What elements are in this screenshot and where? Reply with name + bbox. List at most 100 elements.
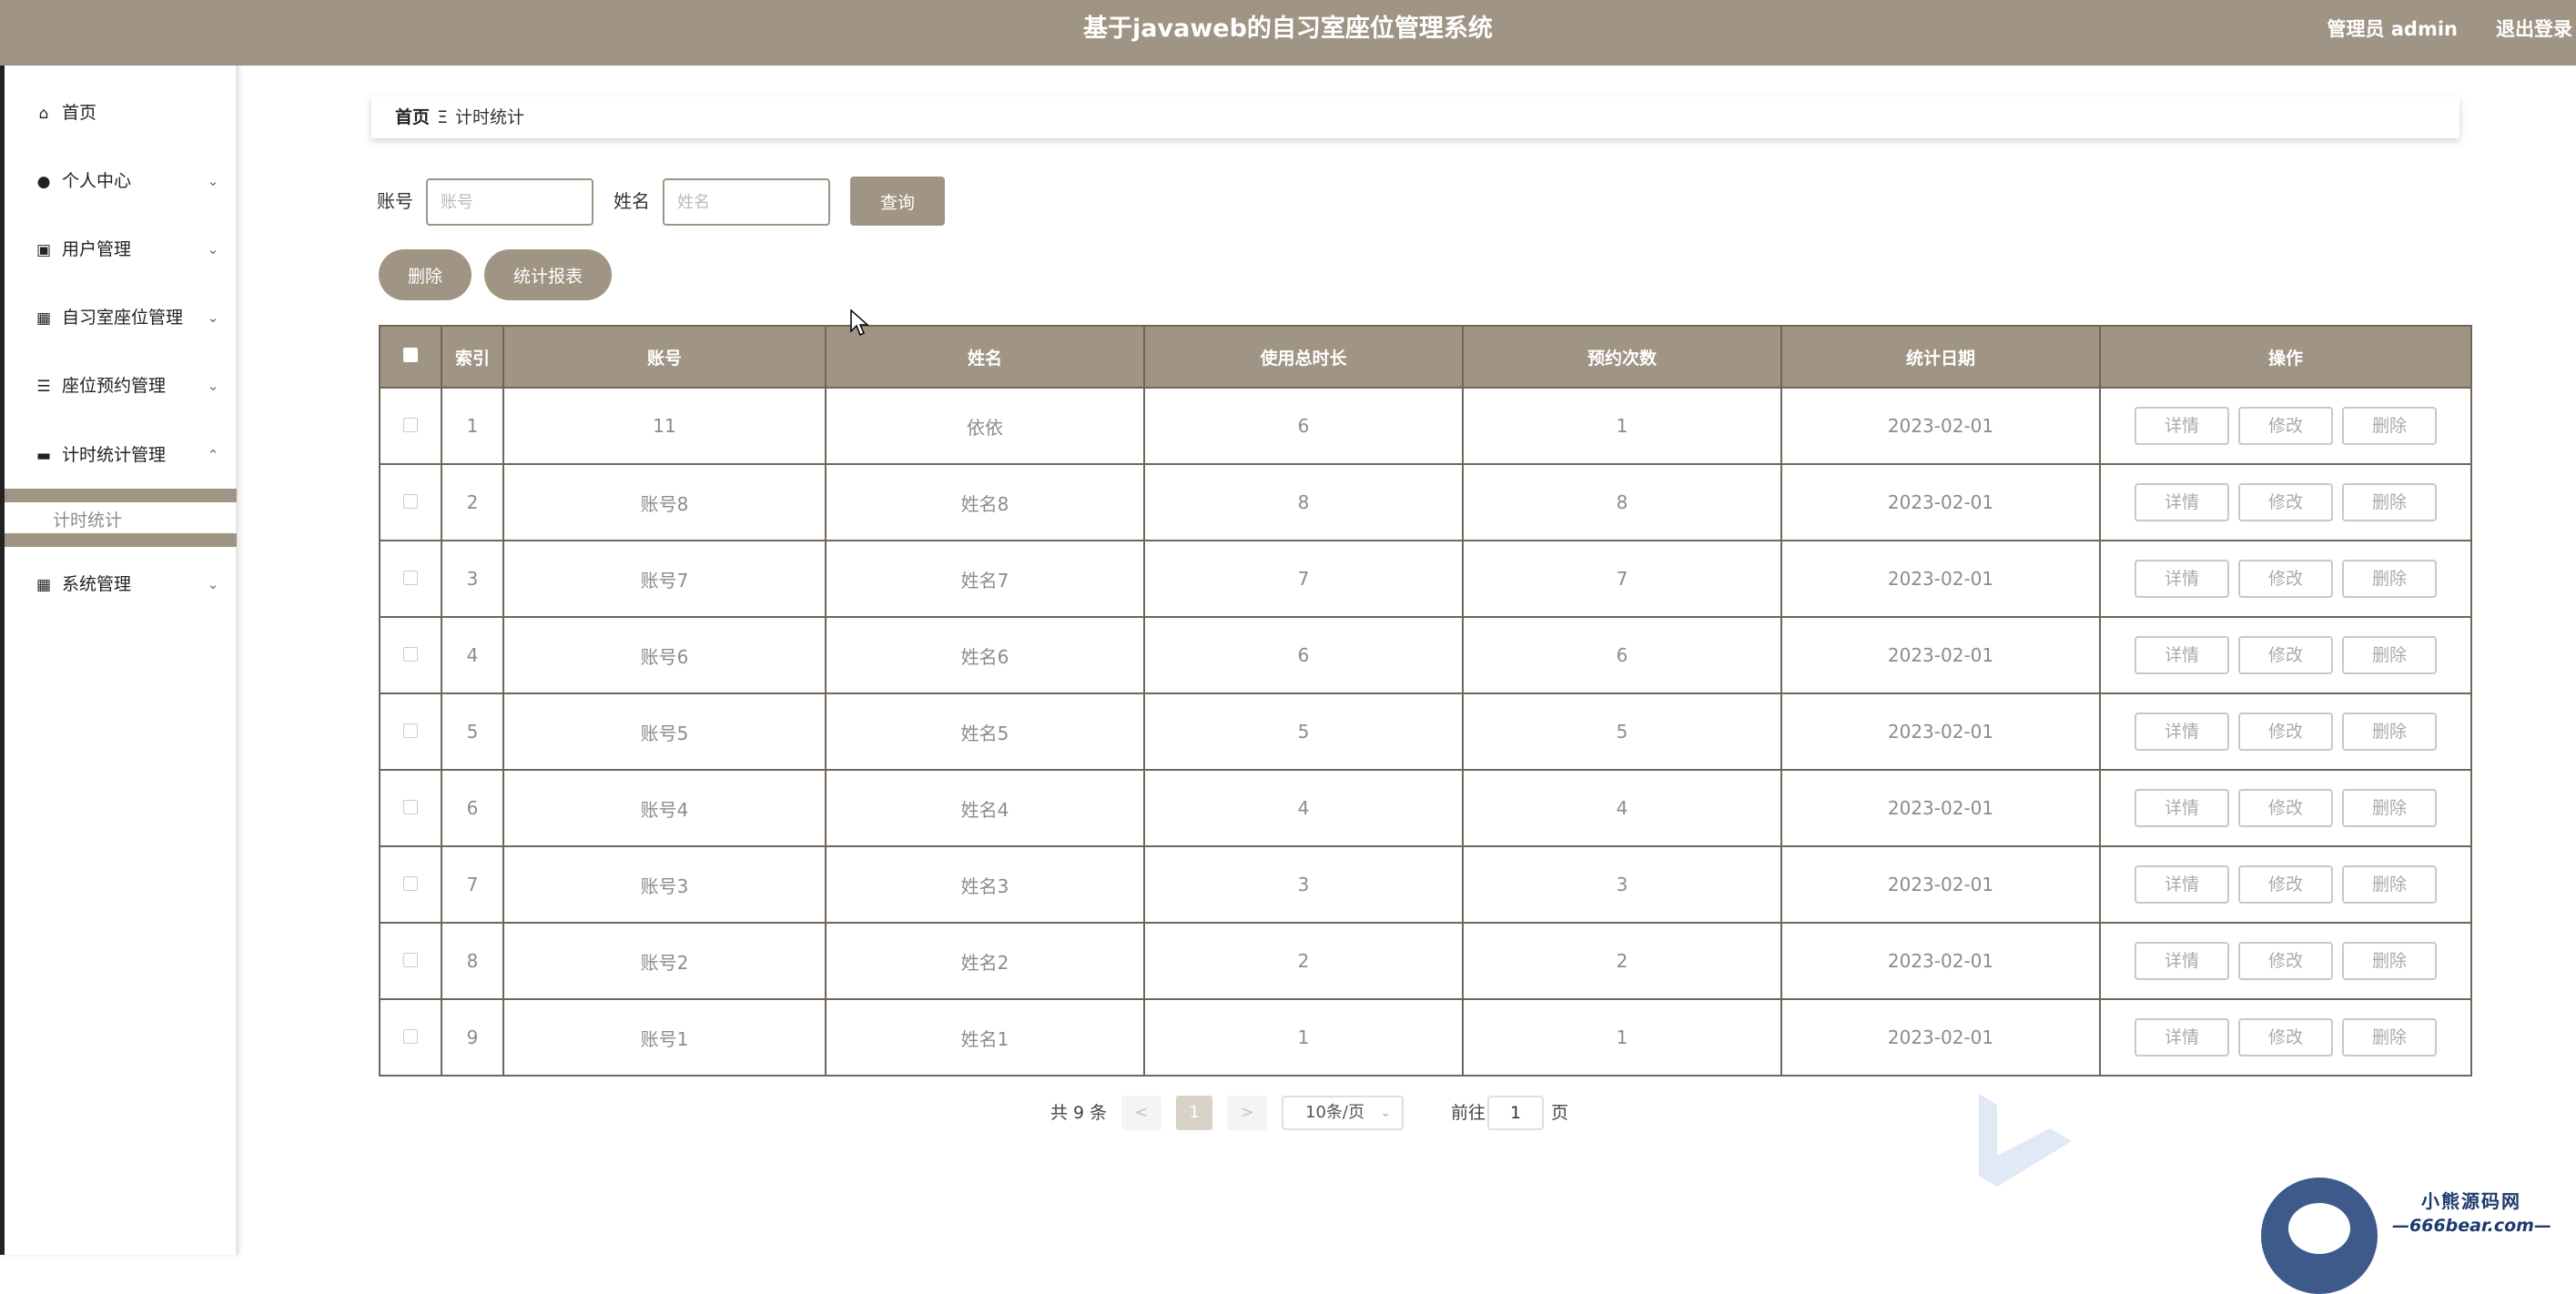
table-row: 8 账号2 姓名2 2 2 2023-02-01 详情 修改 删除	[379, 922, 2472, 1000]
row-delete-button[interactable]: 删除	[2342, 713, 2437, 751]
home-icon: ⌂	[38, 105, 49, 123]
row-delete-button[interactable]: 删除	[2342, 483, 2437, 521]
edit-button[interactable]: 修改	[2238, 483, 2333, 521]
index-cell: 6	[441, 769, 504, 847]
breadcrumb-separator: Ξ	[437, 107, 449, 127]
monitor-icon: ▬	[35, 447, 52, 465]
row-delete-button[interactable]: 删除	[2342, 636, 2437, 674]
edit-button[interactable]: 修改	[2238, 560, 2333, 598]
account-cell: 账号8	[502, 463, 827, 541]
detail-button[interactable]: 详情	[2135, 789, 2229, 827]
batch-delete-button[interactable]: 删除	[379, 249, 472, 300]
name-search-input[interactable]	[663, 178, 830, 226]
row-delete-button[interactable]: 删除	[2342, 407, 2437, 445]
breadcrumb-home[interactable]: 首页	[395, 107, 430, 127]
name-label: 姓名	[614, 190, 650, 212]
row-checkbox[interactable]	[403, 494, 418, 509]
chevron-up-icon: ⌃	[207, 447, 219, 463]
index-cell: 1	[441, 387, 504, 465]
total-duration-cell: 8	[1143, 463, 1464, 541]
table-row: 3 账号7 姓名7 7 7 2023-02-01 详情 修改 删除	[379, 540, 2472, 618]
row-delete-button[interactable]: 删除	[2342, 942, 2437, 980]
table-row: 1 11 依依 6 1 2023-02-01 详情 修改 删除	[379, 387, 2472, 465]
row-delete-button[interactable]: 删除	[2342, 865, 2437, 904]
chevron-down-icon: ⌄	[207, 173, 219, 189]
actions-cell: 详情 修改 删除	[2099, 616, 2472, 694]
detail-button[interactable]: 详情	[2135, 560, 2229, 598]
reservation-count-cell: 3	[1462, 845, 1782, 924]
chevron-down-icon: ⌄	[207, 378, 219, 394]
actions-cell: 详情 修改 删除	[2099, 387, 2472, 465]
watermark-title: 小熊源码网	[2421, 1190, 2521, 1212]
watermark: 小熊源码网 —666bear.com—	[2261, 1170, 2576, 1294]
sidebar-item-reservation-management[interactable]: ☰ 座位预约管理 ⌄	[35, 368, 218, 404]
row-checkbox[interactable]	[403, 876, 418, 891]
sidebar: ⌂ 首页 ● 个人中心 ⌄ ▣ 用户管理 ⌄ ▦ 自习室座位管理 ⌄ ☰ 座位预约管理 ⌄…	[0, 66, 238, 1255]
detail-button[interactable]: 详情	[2135, 483, 2229, 521]
detail-button[interactable]: 详情	[2135, 636, 2229, 674]
detail-button[interactable]: 详情	[2135, 942, 2229, 980]
sidebar-item-timing-stats[interactable]: ▬ 计时统计管理 ⌃	[35, 437, 218, 473]
sidebar-item-seat-management[interactable]: ▦ 自习室座位管理 ⌄	[35, 299, 218, 336]
row-checkbox-cell	[379, 463, 442, 541]
actions-cell: 详情 修改 删除	[2099, 922, 2472, 1000]
row-delete-button[interactable]: 删除	[2342, 560, 2437, 598]
reservation-count-cell: 6	[1462, 616, 1782, 694]
row-checkbox[interactable]	[403, 571, 418, 585]
stats-date-cell: 2023-02-01	[1780, 998, 2101, 1077]
goto-page-input[interactable]: 1	[1487, 1096, 1544, 1130]
detail-button[interactable]: 详情	[2135, 407, 2229, 445]
page-number-1[interactable]: 1	[1176, 1096, 1212, 1130]
edit-button[interactable]: 修改	[2238, 942, 2333, 980]
index-cell: 2	[441, 463, 504, 541]
table-row: 9 账号1 姓名1 1 1 2023-02-01 详情 修改 删除	[379, 998, 2472, 1077]
sidebar-item-system-management[interactable]: ▦ 系统管理 ⌄	[35, 566, 218, 602]
chevron-down-icon: ⌄	[207, 576, 219, 592]
index-cell: 8	[441, 922, 504, 1000]
row-delete-button[interactable]: 删除	[2342, 789, 2437, 827]
index-cell: 7	[441, 845, 504, 924]
account-search-input[interactable]	[426, 178, 593, 226]
name-cell: 姓名8	[825, 463, 1145, 541]
logout-link[interactable]: 退出登录	[2496, 0, 2572, 58]
row-checkbox-cell	[379, 845, 442, 924]
table-header-row: 索引 账号 姓名 使用总时长 预约次数 统计日期 操作	[379, 325, 2472, 389]
edit-button[interactable]: 修改	[2238, 636, 2333, 674]
edit-button[interactable]: 修改	[2238, 407, 2333, 445]
detail-button[interactable]: 详情	[2135, 865, 2229, 904]
row-checkbox[interactable]	[403, 647, 418, 662]
row-checkbox-cell	[379, 998, 442, 1077]
select-all-cell[interactable]	[379, 325, 442, 389]
sidebar-item-user-management[interactable]: ▣ 用户管理 ⌄	[35, 231, 218, 268]
name-cell: 姓名1	[825, 998, 1145, 1077]
submenu-divider	[5, 533, 237, 547]
edit-button[interactable]: 修改	[2238, 713, 2333, 751]
detail-button[interactable]: 详情	[2135, 1018, 2229, 1056]
table-row: 7 账号3 姓名3 3 3 2023-02-01 详情 修改 删除	[379, 845, 2472, 924]
row-delete-button[interactable]: 删除	[2342, 1018, 2437, 1056]
reservation-count-cell: 8	[1462, 463, 1782, 541]
row-checkbox[interactable]	[403, 1029, 418, 1044]
prev-page-button[interactable]: <	[1121, 1096, 1161, 1130]
row-checkbox[interactable]	[403, 800, 418, 814]
row-checkbox[interactable]	[403, 418, 418, 432]
edit-button[interactable]: 修改	[2238, 1018, 2333, 1056]
account-cell: 账号1	[502, 998, 827, 1077]
select-all-checkbox[interactable]	[403, 348, 418, 362]
sidebar-item-personal-center[interactable]: ● 个人中心 ⌄	[35, 163, 219, 199]
row-checkbox[interactable]	[403, 953, 418, 967]
edit-button[interactable]: 修改	[2238, 865, 2333, 904]
reservation-count-cell: 5	[1462, 692, 1782, 771]
next-page-button[interactable]: >	[1227, 1096, 1267, 1130]
column-header: 使用总时长	[1143, 325, 1464, 389]
row-checkbox[interactable]	[403, 723, 418, 738]
sidebar-item-label: 用户管理	[62, 239, 132, 259]
sidebar-item-home[interactable]: ⌂ 首页	[35, 95, 96, 131]
page-size-select[interactable]: 10条/页 ⌄	[1282, 1096, 1404, 1130]
stats-report-button[interactable]: 统计报表	[484, 249, 612, 300]
actions-cell: 详情 修改 删除	[2099, 845, 2472, 924]
table-row: 6 账号4 姓名4 4 4 2023-02-01 详情 修改 删除	[379, 769, 2472, 847]
query-button[interactable]: 查询	[850, 177, 945, 226]
detail-button[interactable]: 详情	[2135, 713, 2229, 751]
edit-button[interactable]: 修改	[2238, 789, 2333, 827]
